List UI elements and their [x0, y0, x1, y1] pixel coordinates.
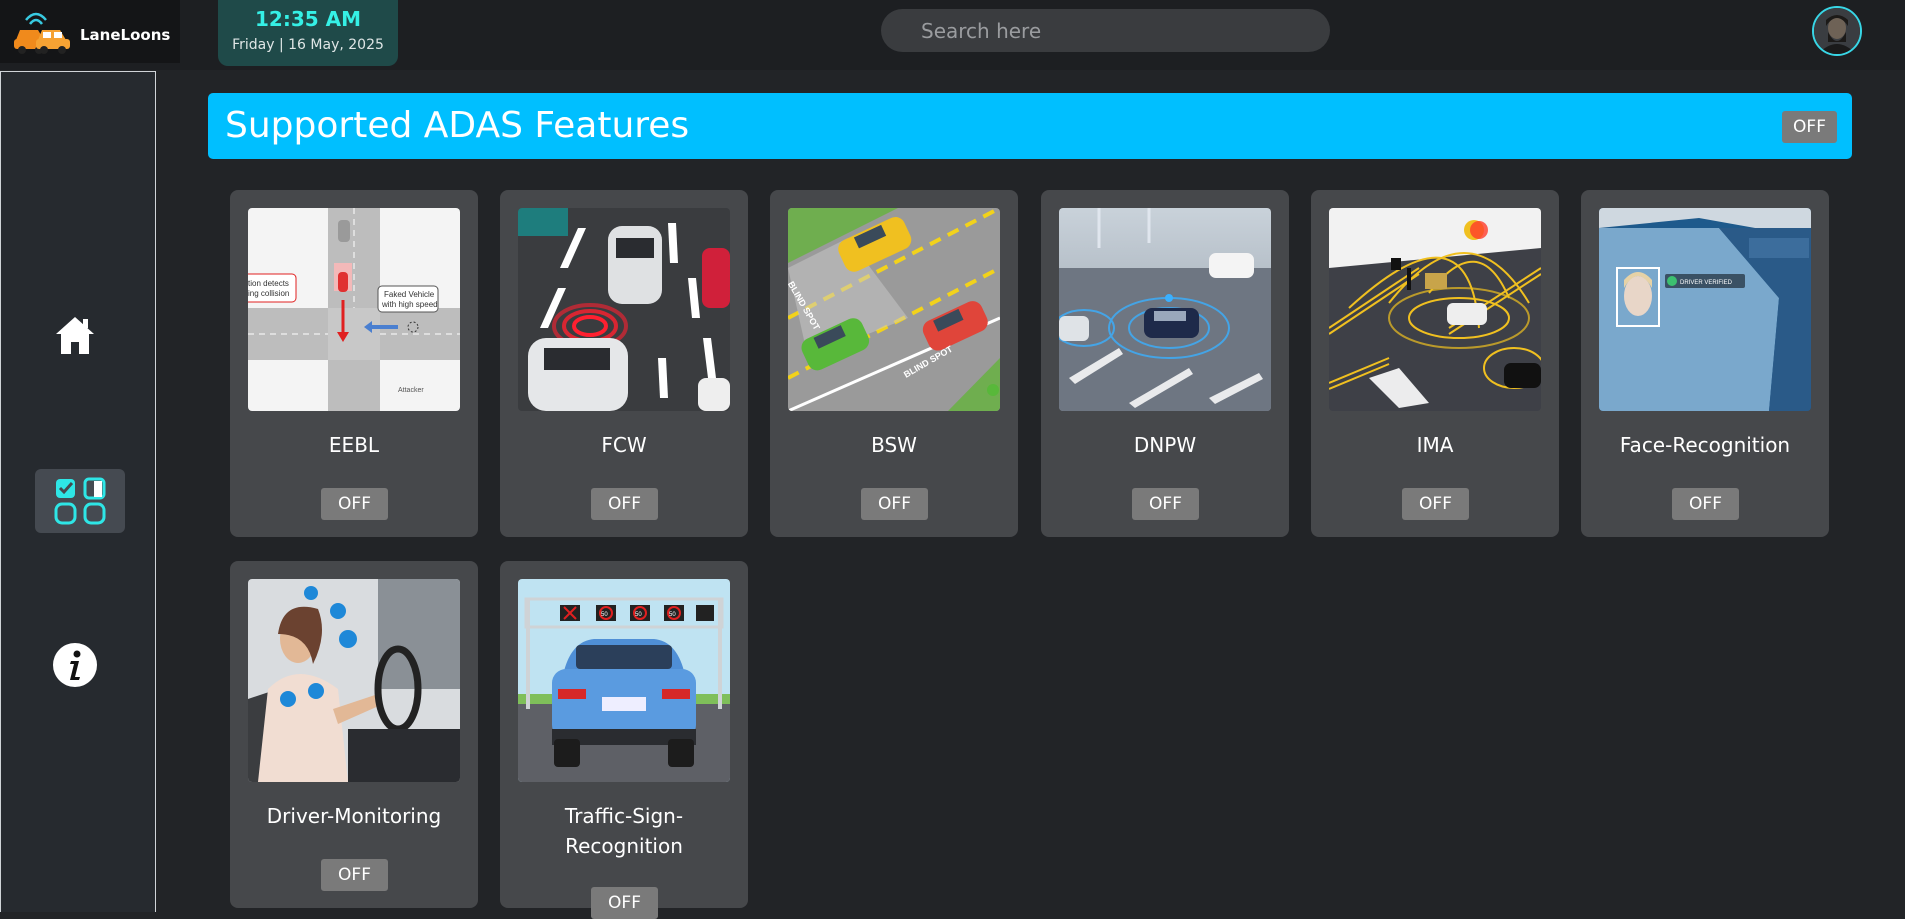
page-title: Supported ADAS Features: [225, 105, 690, 146]
features-banner: Supported ADAS Features OFF: [208, 93, 1852, 159]
eebl-callout-3: Faked Vehicle: [384, 290, 435, 299]
clock-date: Friday | 16 May, 2025: [232, 37, 384, 53]
face-recognition-badge: DRIVER VERIFIED: [1680, 280, 1733, 286]
feature-name: IMA: [1416, 433, 1454, 457]
features-grid-icon: [54, 477, 106, 525]
eebl-toggle-button[interactable]: OFF: [321, 488, 388, 520]
home-icon: [56, 317, 94, 354]
ima-image: [1329, 208, 1541, 411]
feature-name: FCW: [601, 433, 647, 457]
face-recognition-toggle-button[interactable]: OFF: [1672, 488, 1739, 520]
feature-name: Driver-Monitoring: [266, 804, 442, 828]
info-icon: [53, 643, 97, 687]
feature-card-dnpw[interactable]: DNPW OFF: [1041, 190, 1289, 537]
search-input[interactable]: [881, 9, 1330, 52]
user-avatar-icon[interactable]: [1812, 6, 1862, 56]
traffic-sign-recognition-image: 50 50 50: [518, 579, 730, 782]
car-logo-icon: [14, 12, 70, 54]
feature-name: BSW: [871, 433, 917, 457]
feature-name: DNPW: [1133, 433, 1197, 457]
bsw-toggle-button[interactable]: OFF: [861, 488, 928, 520]
sidebar-item-features[interactable]: [35, 469, 125, 533]
feature-card-bsw[interactable]: BLIND SPOT BLIND SPOT BSW OFF: [770, 190, 1018, 537]
eebl-callout-1: tion detects: [248, 279, 289, 288]
feature-card-eebl[interactable]: tion detects ing collision Faked Vehicle…: [230, 190, 478, 537]
app-logo[interactable]: LaneLoons: [0, 0, 180, 63]
feature-card-driver-monitoring[interactable]: Driver-Monitoring OFF: [230, 561, 478, 908]
sidebar-item-home[interactable]: [53, 314, 97, 358]
feature-card-ima[interactable]: IMA OFF: [1311, 190, 1559, 537]
traffic-sign-label-2: 50: [635, 612, 642, 618]
dnpw-toggle-button[interactable]: OFF: [1132, 488, 1199, 520]
clock-widget: 12:35 AM Friday | 16 May, 2025: [218, 0, 398, 66]
eebl-image: tion detects ing collision Faked Vehicle…: [248, 208, 460, 411]
traffic-sign-label-3: 50: [669, 612, 676, 618]
feature-name: EEBL: [328, 433, 380, 457]
app-name: LaneLoons: [80, 26, 171, 44]
eebl-callout-2: ing collision: [248, 289, 289, 298]
driver-monitoring-toggle-button[interactable]: OFF: [321, 859, 388, 891]
driver-monitoring-image: [248, 579, 460, 782]
master-toggle-button[interactable]: OFF: [1782, 111, 1837, 143]
feature-card-fcw[interactable]: FCW OFF: [500, 190, 748, 537]
face-recognition-image: DRIVER VERIFIED: [1599, 208, 1811, 411]
dnpw-image: [1059, 208, 1271, 411]
feature-card-traffic-sign-recognition[interactable]: 50 50 50 Traffic-Sign-Recognition OFF: [500, 561, 748, 919]
sidebar: [0, 71, 156, 912]
sidebar-item-info[interactable]: [52, 642, 98, 688]
feature-card-face-recognition[interactable]: DRIVER VERIFIED Face-Recognition OFF: [1581, 190, 1829, 537]
clock-time: 12:35 AM: [254, 7, 361, 31]
ima-toggle-button[interactable]: OFF: [1402, 488, 1469, 520]
eebl-watermark: Attacker: [398, 387, 424, 394]
fcw-image: [518, 208, 730, 411]
fcw-toggle-button[interactable]: OFF: [591, 488, 658, 520]
feature-name: Traffic-Sign-Recognition: [564, 804, 684, 858]
traffic-sign-label-1: 50: [601, 612, 608, 618]
bsw-image: BLIND SPOT BLIND SPOT: [788, 208, 1000, 411]
top-bar: LaneLoons 12:35 AM Friday | 16 May, 2025: [0, 0, 1905, 70]
eebl-callout-4: with high speed: [381, 300, 438, 309]
feature-name: Face-Recognition: [1619, 433, 1791, 457]
traffic-sign-recognition-toggle-button[interactable]: OFF: [591, 887, 658, 919]
